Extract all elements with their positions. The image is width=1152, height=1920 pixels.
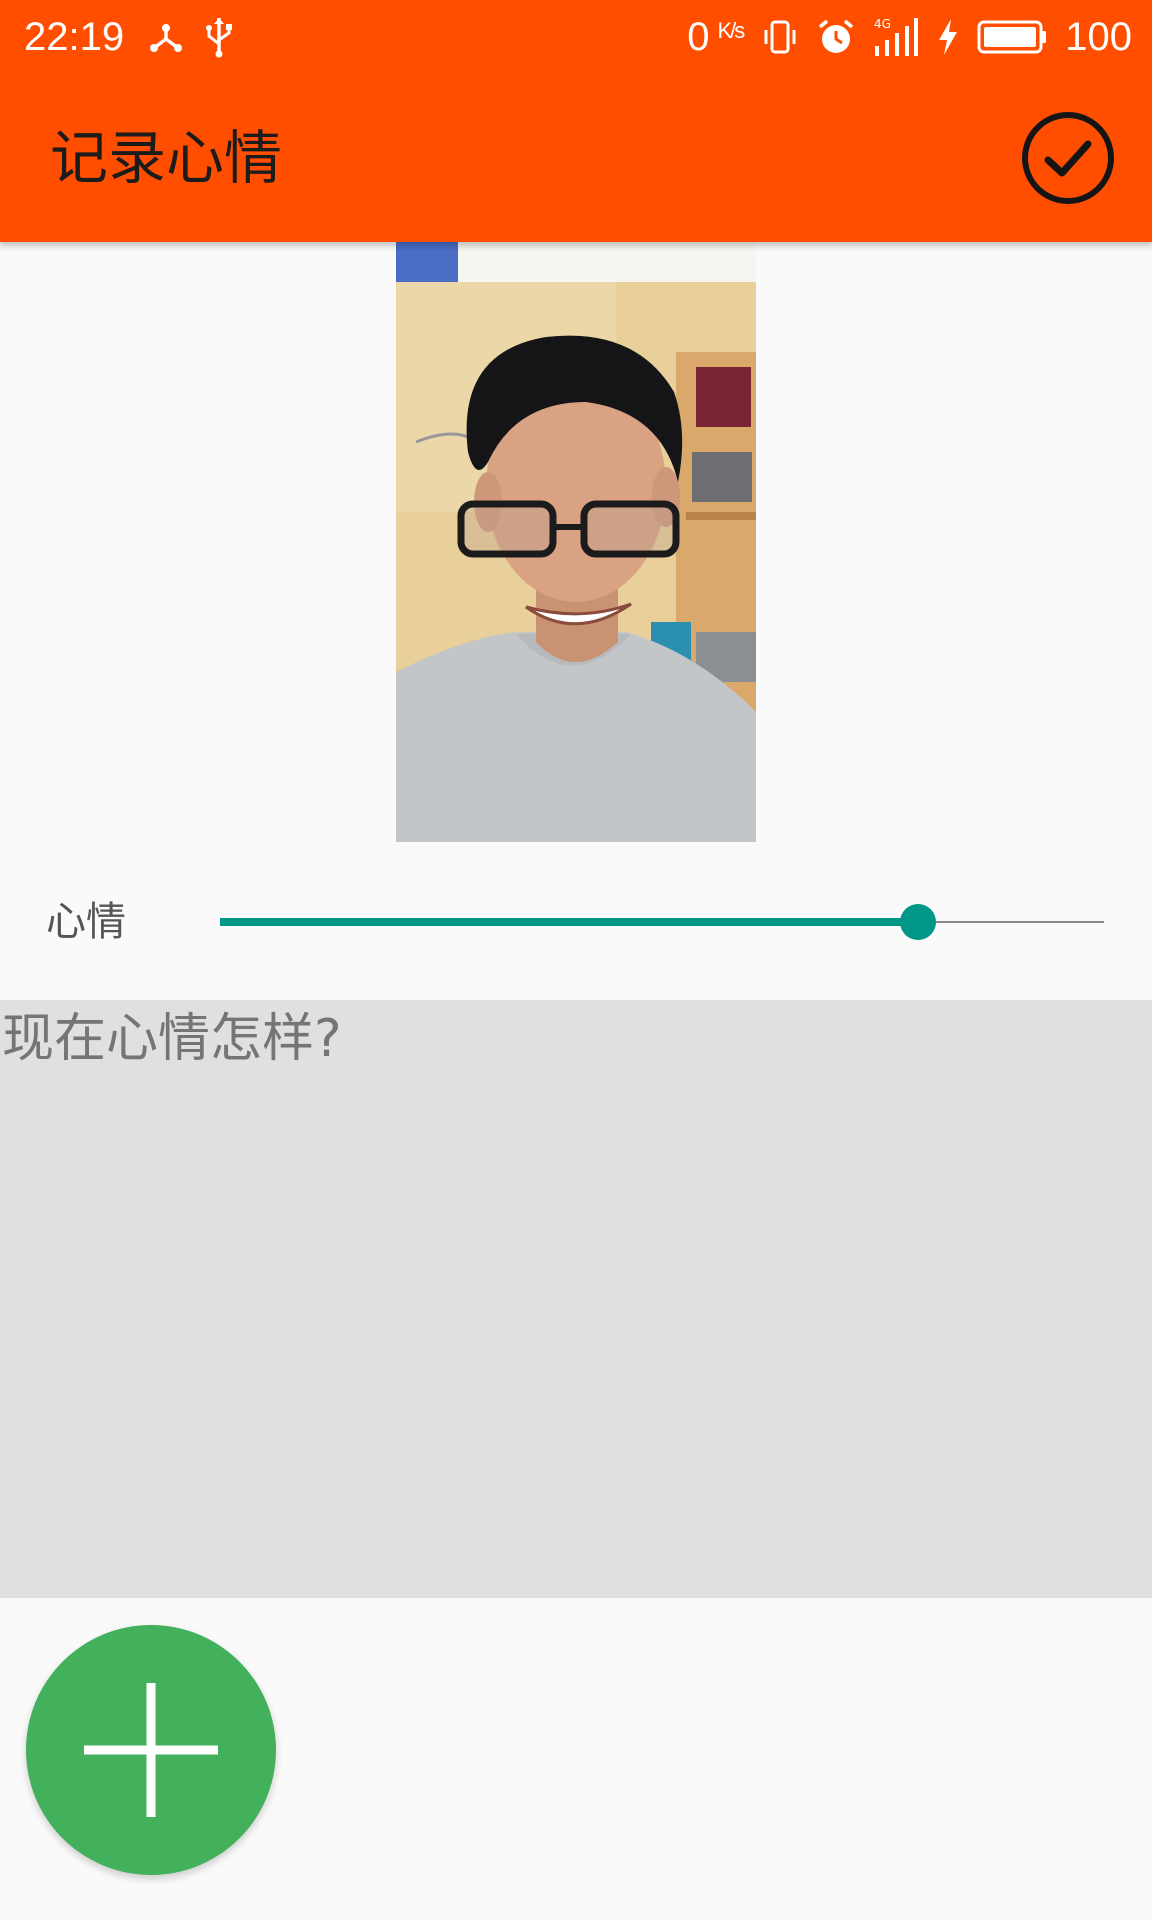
check-circle-icon [1020,110,1116,206]
net-speed: 0 K/s [687,12,745,62]
confirm-button[interactable] [1020,110,1116,206]
charging-icon [937,18,959,56]
mood-label: 心情 [46,899,126,945]
net-speed-unit: K/s [717,18,745,43]
battery-icon [977,19,1047,55]
net-speed-value: 0 [687,15,710,59]
selfie-photo [396,242,756,842]
network-type: 4G [874,17,891,31]
status-right-icons: 0 K/s 4G 100 [687,12,1132,62]
record-mood-screen: 22:19 0 K/s 4G 100 记录心情 心情 现在心情怎样? [0,0,1152,1920]
plus-icon [26,1625,276,1875]
alarm-icon [817,18,855,56]
slider-fill [220,918,919,926]
status-time: 22:19 [24,15,125,59]
app-bar: 记录心情 [0,74,1152,242]
mood-slider[interactable] [220,900,1104,944]
share-icon [148,19,184,55]
page-title: 记录心情 [50,124,283,192]
slider-thumb[interactable] [900,904,937,940]
mood-photo [396,242,756,842]
mood-text-placeholder: 现在心情怎样? [2,1009,342,1069]
signal-4g-icon: 4G [873,16,919,58]
usb-icon [204,16,234,58]
add-button[interactable] [26,1625,276,1875]
status-left-icons [148,14,234,60]
battery-level: 100 [1065,15,1132,59]
status-bar: 22:19 0 K/s 4G 100 [0,0,1152,74]
mood-text-input[interactable]: 现在心情怎样? [0,1000,1152,1598]
vibrate-icon [761,18,799,56]
